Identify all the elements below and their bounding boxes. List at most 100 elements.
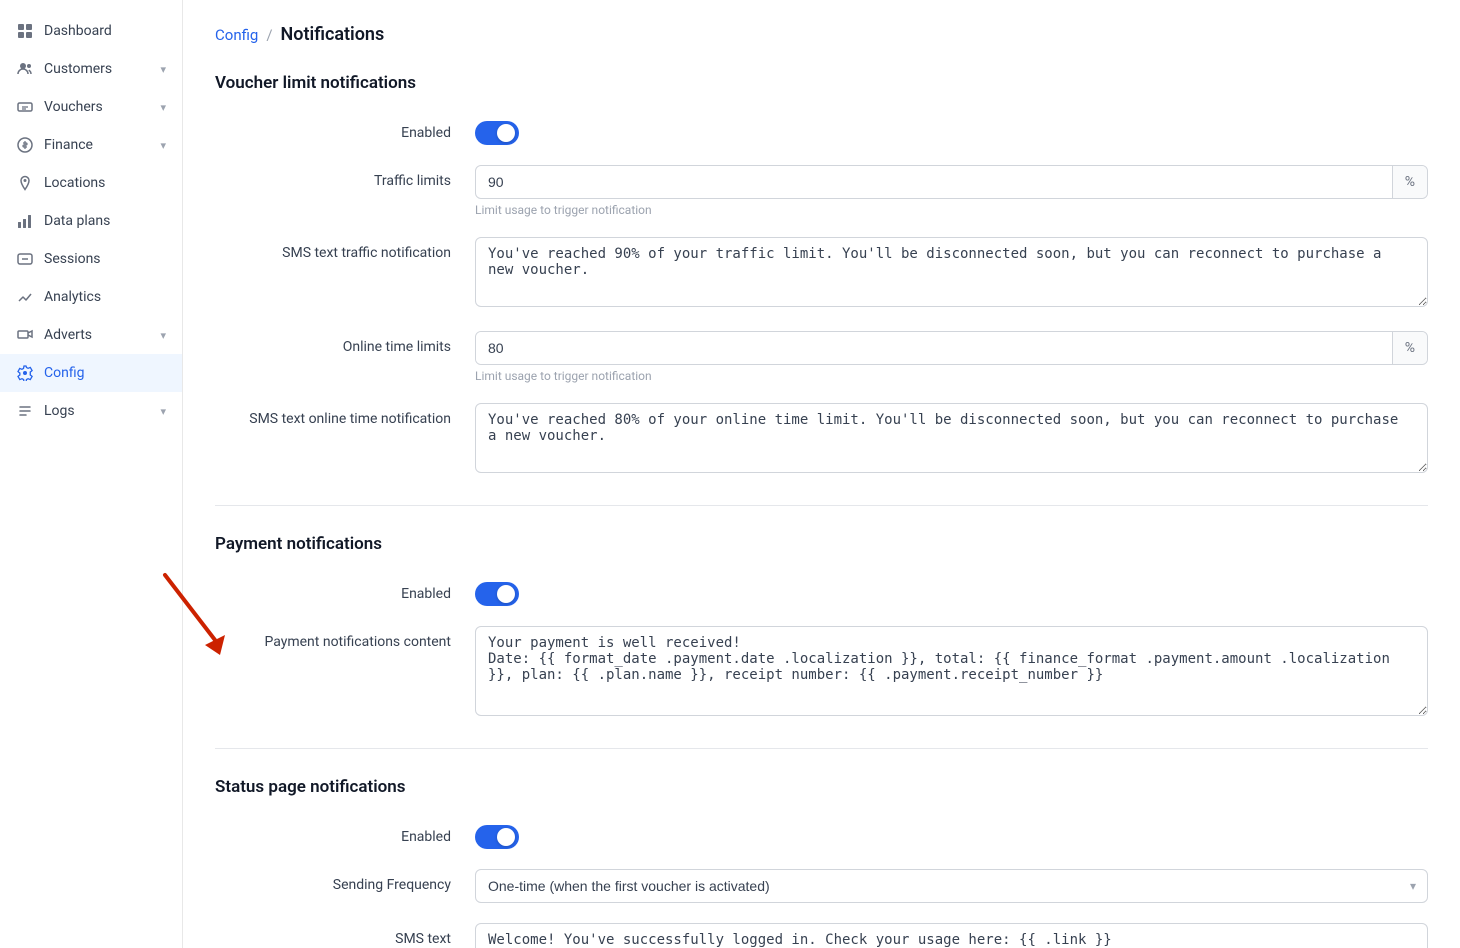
sidebar-item-customers[interactable]: Customers ▾ (0, 50, 182, 88)
breadcrumb-separator: / (266, 26, 272, 44)
traffic-limits-control: % Limit usage to trigger notification (475, 165, 1428, 217)
divider-1 (215, 505, 1428, 506)
sending-frequency-control: One-time (when the first voucher is acti… (475, 869, 1428, 903)
sms-text-control (475, 923, 1428, 948)
sidebar-item-analytics[interactable]: Analytics (0, 278, 182, 316)
sidebar-item-vouchers[interactable]: Vouchers ▾ (0, 88, 182, 126)
online-time-input-wrapper: % (475, 331, 1428, 365)
traffic-limits-input-wrapper: % (475, 165, 1428, 199)
sidebar-item-logs[interactable]: Logs ▾ (0, 392, 182, 430)
payment-content-label: Payment notifications content (215, 626, 475, 650)
sidebar-item-sessions[interactable]: Sessions (0, 240, 182, 278)
sms-traffic-label: SMS text traffic notification (215, 237, 475, 261)
data-plans-icon (16, 212, 34, 230)
online-time-row: Online time limits % Limit usage to trig… (215, 331, 1428, 383)
voucher-enabled-control (475, 117, 1428, 145)
sidebar-label-analytics: Analytics (44, 289, 101, 305)
vouchers-icon (16, 98, 34, 116)
toggle-thumb (497, 585, 515, 603)
sending-frequency-row: Sending Frequency One-time (when the fir… (215, 869, 1428, 903)
payment-enabled-toggle[interactable] (475, 582, 519, 606)
voucher-enabled-toggle[interactable] (475, 121, 519, 145)
online-time-label: Online time limits (215, 331, 475, 355)
sidebar-item-adverts[interactable]: Adverts ▾ (0, 316, 182, 354)
chevron-down-icon: ▾ (160, 329, 166, 342)
analytics-icon (16, 288, 34, 306)
breadcrumb: Config / Notifications (215, 24, 1428, 45)
sidebar-label-vouchers: Vouchers (44, 99, 103, 115)
voucher-enabled-label: Enabled (215, 117, 475, 141)
sms-online-control (475, 403, 1428, 477)
chevron-down-icon: ▾ (160, 63, 166, 76)
payment-enabled-label: Enabled (215, 578, 475, 602)
sidebar-label-dashboard: Dashboard (44, 23, 112, 39)
sms-traffic-textarea[interactable] (475, 237, 1428, 307)
sidebar-item-dashboard[interactable]: Dashboard (0, 12, 182, 50)
payment-content-row: Payment notifications content (215, 626, 1428, 720)
online-time-hint: Limit usage to trigger notification (475, 369, 1428, 383)
status-enabled-label: Enabled (215, 821, 475, 845)
breadcrumb-config-link[interactable]: Config (215, 26, 258, 44)
sidebar-item-data-plans[interactable]: Data plans (0, 202, 182, 240)
chevron-down-icon: ▾ (160, 405, 166, 418)
sidebar-label-data-plans: Data plans (44, 213, 110, 229)
sending-frequency-select[interactable]: One-time (when the first voucher is acti… (475, 869, 1428, 903)
logs-icon (16, 402, 34, 420)
sms-traffic-control (475, 237, 1428, 311)
divider-2 (215, 748, 1428, 749)
sidebar-label-logs: Logs (44, 403, 75, 419)
sms-text-label: SMS text (215, 923, 475, 947)
payment-section: Payment notifications Enabled Payment no… (215, 534, 1428, 720)
toggle-thumb (497, 828, 515, 846)
voucher-enabled-row: Enabled (215, 117, 1428, 145)
sidebar-label-adverts: Adverts (44, 327, 92, 343)
sms-online-textarea[interactable] (475, 403, 1428, 473)
chevron-down-icon: ▾ (160, 101, 166, 114)
sidebar-label-config: Config (44, 365, 84, 381)
traffic-limits-input[interactable] (476, 166, 1392, 198)
toggle-thumb (497, 124, 515, 142)
customers-icon (16, 60, 34, 78)
sidebar-label-customers: Customers (44, 61, 112, 77)
sms-online-label: SMS text online time notification (215, 403, 475, 427)
adverts-icon (16, 326, 34, 344)
sms-text-row: SMS text (215, 923, 1428, 948)
config-icon (16, 364, 34, 382)
sessions-icon (16, 250, 34, 268)
voucher-limit-section: Voucher limit notifications Enabled Traf… (215, 73, 1428, 477)
online-time-input[interactable] (476, 332, 1392, 364)
locations-icon (16, 174, 34, 192)
sidebar-item-locations[interactable]: Locations (0, 164, 182, 202)
sidebar-label-finance: Finance (44, 137, 93, 153)
voucher-limit-title: Voucher limit notifications (215, 73, 1428, 93)
sms-traffic-row: SMS text traffic notification (215, 237, 1428, 311)
payment-content-control (475, 626, 1428, 720)
status-enabled-toggle[interactable] (475, 825, 519, 849)
status-page-title: Status page notifications (215, 777, 1428, 797)
chevron-down-icon: ▾ (160, 139, 166, 152)
online-time-suffix: % (1392, 332, 1427, 364)
traffic-limits-row: Traffic limits % Limit usage to trigger … (215, 165, 1428, 217)
sending-frequency-select-wrapper: One-time (when the first voucher is acti… (475, 869, 1428, 903)
sidebar-item-config[interactable]: Config (0, 354, 182, 392)
traffic-limits-label: Traffic limits (215, 165, 475, 189)
payment-enabled-row: Enabled (215, 578, 1428, 606)
payment-title: Payment notifications (215, 534, 1428, 554)
sidebar-item-finance[interactable]: Finance ▾ (0, 126, 182, 164)
traffic-suffix: % (1392, 166, 1427, 198)
finance-icon (16, 136, 34, 154)
status-enabled-row: Enabled (215, 821, 1428, 849)
sms-online-row: SMS text online time notification (215, 403, 1428, 477)
sidebar: Dashboard Customers ▾ Vouchers ▾ Finance… (0, 0, 183, 948)
sending-frequency-label: Sending Frequency (215, 869, 475, 893)
breadcrumb-current: Notifications (281, 24, 385, 45)
sms-text-textarea[interactable] (475, 923, 1428, 948)
payment-enabled-control (475, 578, 1428, 606)
sidebar-label-sessions: Sessions (44, 251, 101, 267)
sidebar-label-locations: Locations (44, 175, 105, 191)
payment-content-textarea[interactable] (475, 626, 1428, 716)
status-enabled-control (475, 821, 1428, 849)
online-time-control: % Limit usage to trigger notification (475, 331, 1428, 383)
status-page-section: Status page notifications Enabled Sendin… (215, 777, 1428, 948)
dashboard-icon (16, 22, 34, 40)
